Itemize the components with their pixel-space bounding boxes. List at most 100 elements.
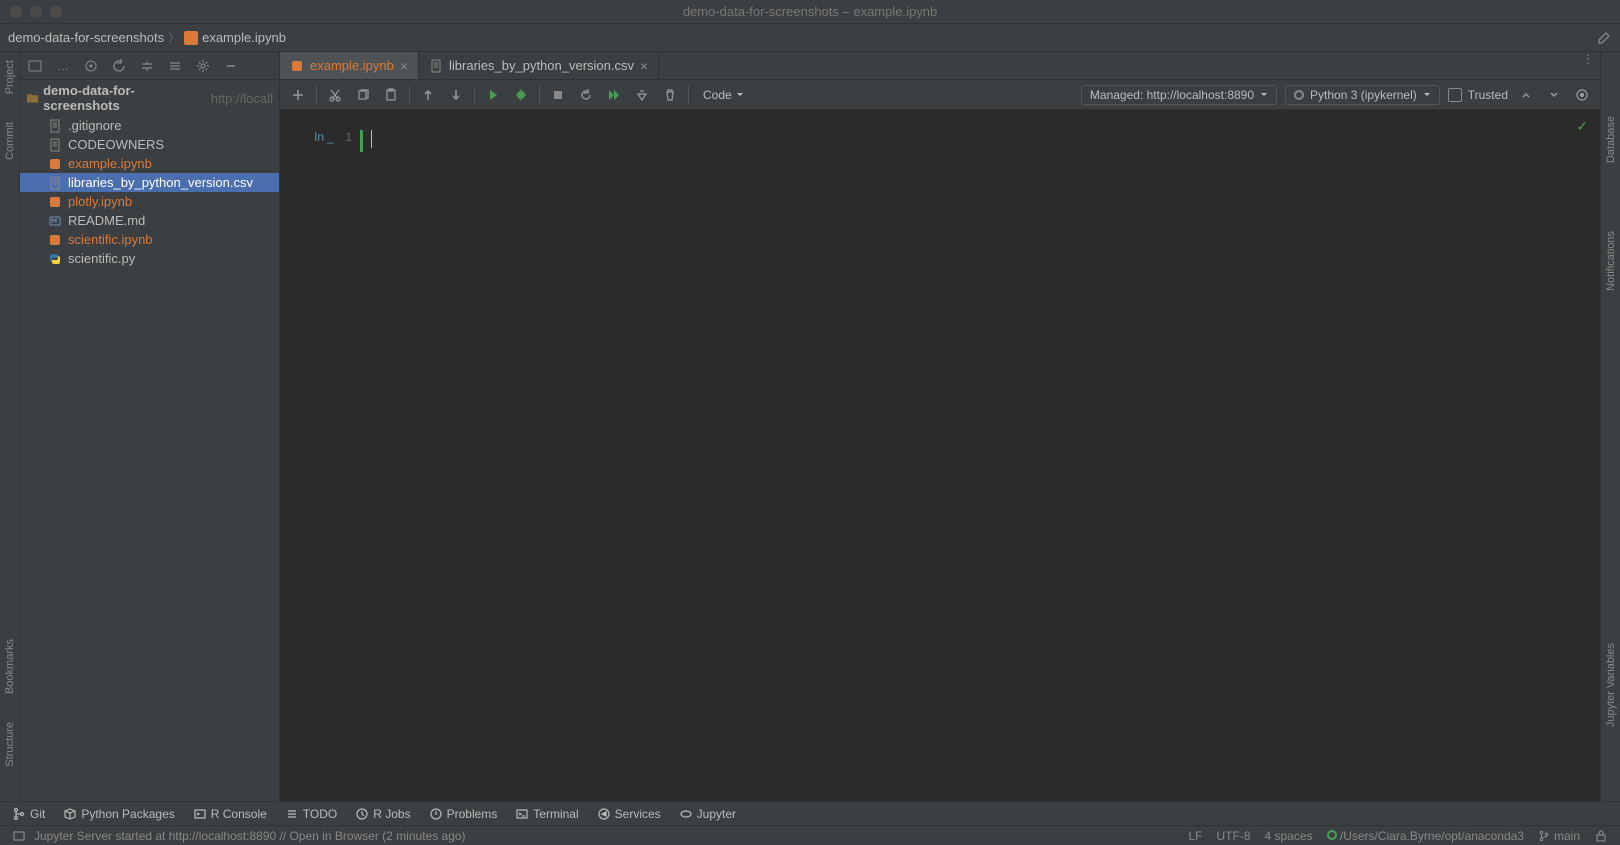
todo-tool-button[interactable]: TODO [285, 807, 337, 821]
text-file-icon [48, 119, 62, 133]
chevron-down-icon [736, 91, 744, 99]
notifications-tool-button[interactable]: Notifications [1605, 227, 1617, 295]
editor-tabs: example.ipynb×libraries_by_python_versio… [280, 52, 1600, 80]
nb-file-icon [48, 233, 62, 247]
editor-tab[interactable]: example.ipynb × [280, 52, 419, 79]
breadcrumb-project[interactable]: demo-data-for-screenshots [8, 30, 164, 45]
project-panel: … demo-data-for-screenshots http://local… [20, 52, 280, 801]
edit-config-icon[interactable] [1596, 30, 1612, 46]
lock-icon[interactable] [1594, 829, 1608, 843]
file-name: .gitignore [68, 118, 121, 133]
file-name: plotly.ipynb [68, 194, 132, 209]
notebook-settings-button[interactable] [1572, 85, 1592, 105]
move-cell-up-button[interactable] [418, 85, 438, 105]
indent-status[interactable]: 4 spaces [1265, 829, 1313, 843]
delete-cell-button[interactable] [660, 85, 680, 105]
nb-file-icon [48, 157, 62, 171]
file-item[interactable]: example.ipynb [20, 154, 279, 173]
jupyter-variables-tool-button[interactable]: Jupyter Variables [1605, 639, 1617, 731]
refresh-button[interactable] [110, 57, 128, 75]
cell-type-select[interactable]: Code [697, 86, 750, 104]
file-item[interactable]: README.md [20, 211, 279, 230]
clear-outputs-button[interactable] [632, 85, 652, 105]
run-all-button[interactable] [604, 85, 624, 105]
collapse-up-button[interactable] [1516, 85, 1536, 105]
select-opened-file-button[interactable] [82, 57, 100, 75]
close-window-button[interactable] [10, 6, 22, 18]
close-tab-button[interactable]: × [640, 58, 648, 74]
settings-gear-icon[interactable] [194, 57, 212, 75]
file-name: scientific.py [68, 251, 135, 266]
list-icon [285, 807, 299, 821]
bookmarks-tool-button[interactable]: Bookmarks [4, 635, 16, 698]
collapse-all-button[interactable] [166, 57, 184, 75]
file-name: libraries_by_python_version.csv [68, 175, 253, 190]
file-name: README.md [68, 213, 145, 228]
file-item[interactable]: CODEOWNERS [20, 135, 279, 154]
add-cell-button[interactable] [288, 85, 308, 105]
file-item[interactable]: scientific.ipynb [20, 230, 279, 249]
minimize-window-button[interactable] [30, 6, 42, 18]
copy-cell-button[interactable] [353, 85, 373, 105]
git-branch-status[interactable]: main [1538, 829, 1580, 843]
git-tool-button[interactable]: Git [12, 807, 45, 821]
cell-input[interactable] [360, 130, 1590, 152]
breadcrumb-separator: 〉 [168, 29, 180, 46]
trusted-label: Trusted [1468, 88, 1508, 102]
commit-tool-button[interactable]: Commit [4, 118, 16, 164]
file-name: scientific.ipynb [68, 232, 153, 247]
terminal-tool-button[interactable]: Terminal [515, 807, 578, 821]
kernel-label: Python 3 (ipykernel) [1310, 88, 1417, 102]
restart-kernel-button[interactable] [576, 85, 596, 105]
file-item[interactable]: .gitignore [20, 116, 279, 135]
trusted-checkbox[interactable]: Trusted [1448, 88, 1508, 102]
expand-all-button[interactable] [138, 57, 156, 75]
hide-panel-button[interactable] [222, 57, 240, 75]
text-file-icon [429, 59, 443, 73]
paste-cell-button[interactable] [381, 85, 401, 105]
project-root[interactable]: demo-data-for-screenshots http://localh [20, 80, 279, 116]
project-root-url: http://localh [211, 91, 273, 106]
close-tab-button[interactable]: × [400, 58, 408, 74]
project-tool-button[interactable]: Project [4, 56, 16, 98]
breadcrumb-file[interactable]: example.ipynb [184, 30, 286, 45]
nb-file-icon [48, 195, 62, 209]
tabs-more-button[interactable]: ⋮ [1582, 52, 1600, 79]
r-jobs-tool-button[interactable]: R Jobs [355, 807, 410, 821]
problems-tool-button[interactable]: Problems [429, 807, 498, 821]
file-item[interactable]: scientific.py [20, 249, 279, 268]
git-icon [12, 807, 26, 821]
r-console-tool-button[interactable]: R Console [193, 807, 267, 821]
more-options-button[interactable]: … [54, 57, 72, 75]
kernel-select[interactable]: Python 3 (ipykernel) [1285, 85, 1440, 105]
project-view-select[interactable] [26, 57, 44, 75]
cut-cell-button[interactable] [325, 85, 345, 105]
jupyter-tool-button[interactable]: Jupyter [679, 807, 736, 821]
database-tool-button[interactable]: Database [1605, 112, 1617, 167]
maximize-window-button[interactable] [50, 6, 62, 18]
encoding-status[interactable]: UTF-8 [1217, 829, 1251, 843]
file-item[interactable]: plotly.ipynb [20, 192, 279, 211]
file-item[interactable]: libraries_by_python_version.csv [20, 173, 279, 192]
tab-name: example.ipynb [310, 58, 394, 73]
services-tool-button[interactable]: Services [597, 807, 661, 821]
status-message[interactable]: Jupyter Server started at http://localho… [34, 829, 466, 843]
code-cell[interactable]: In _ 1 [290, 130, 1590, 152]
stop-button[interactable] [548, 85, 568, 105]
py-file-icon [48, 252, 62, 266]
interpreter-status[interactable]: /Users/Ciara.Byrne/opt/anaconda3 [1327, 829, 1524, 843]
jupyter-server-select[interactable]: Managed: http://localhost:8890 [1081, 85, 1277, 105]
editor-tab[interactable]: libraries_by_python_version.csv × [419, 52, 659, 79]
run-cell-button[interactable] [483, 85, 503, 105]
python-packages-tool-button[interactable]: Python Packages [63, 807, 174, 821]
line-ending-status[interactable]: LF [1188, 829, 1202, 843]
collapse-down-button[interactable] [1544, 85, 1564, 105]
move-cell-down-button[interactable] [446, 85, 466, 105]
tab-name: libraries_by_python_version.csv [449, 58, 634, 73]
line-number: 1 [345, 130, 352, 144]
services-icon [597, 807, 611, 821]
structure-tool-button[interactable]: Structure [4, 718, 16, 771]
notebook-content[interactable]: ✓ In _ 1 [280, 110, 1600, 801]
breadcrumb-bar: demo-data-for-screenshots 〉 example.ipyn… [0, 24, 1620, 52]
debug-cell-button[interactable] [511, 85, 531, 105]
